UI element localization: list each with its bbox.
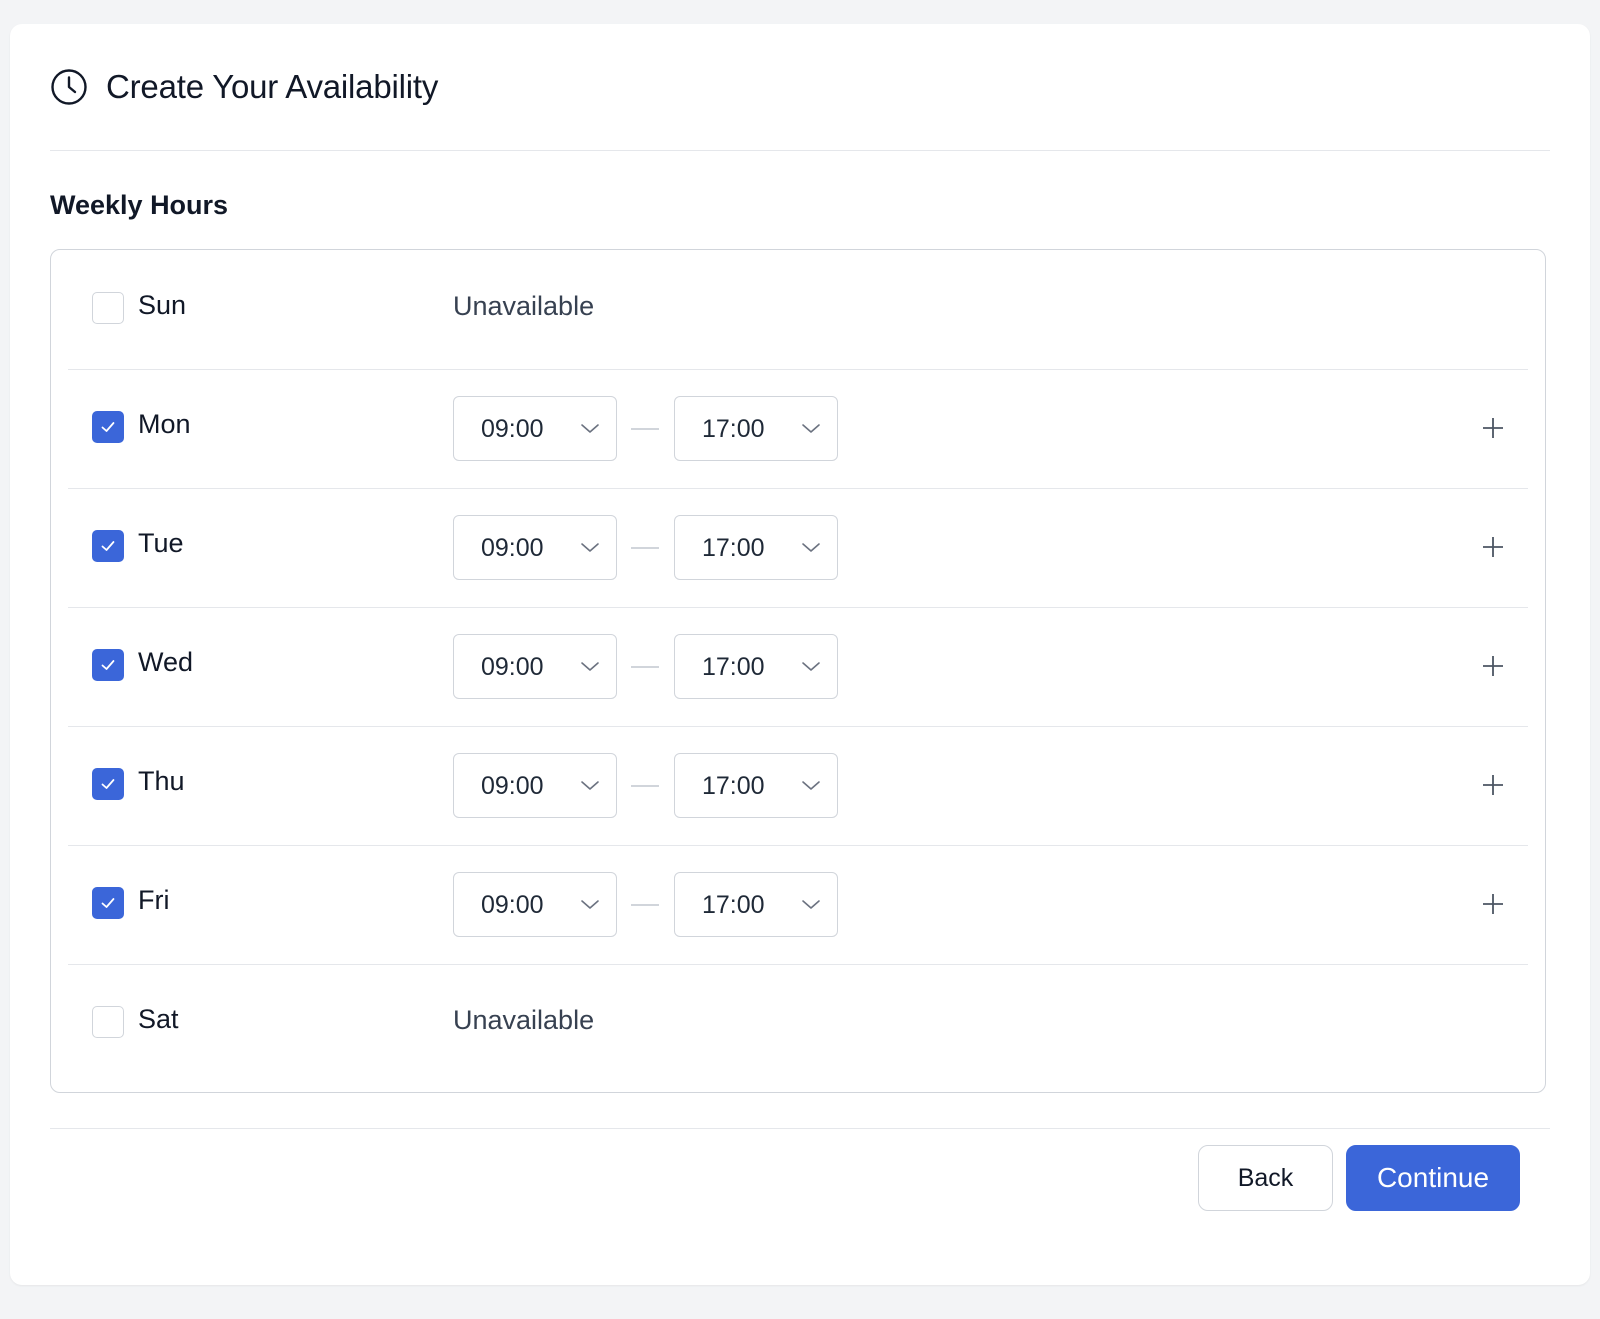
day-row-tue: Tue 09:00 17:00	[68, 488, 1528, 608]
day-row-sat: Sat Unavailable	[68, 964, 1528, 1084]
chevron-down-icon	[581, 662, 599, 671]
day-label: Tue	[138, 528, 184, 558]
check-icon	[101, 660, 115, 670]
time-range-separator	[631, 547, 659, 549]
day-label: Mon	[138, 409, 191, 439]
plus-icon	[1483, 894, 1503, 914]
day-checkbox-mon[interactable]	[92, 411, 124, 443]
plus-icon	[1483, 656, 1503, 676]
end-time-value: 17:00	[702, 534, 765, 562]
day-checkbox-wed[interactable]	[92, 649, 124, 681]
day-label: Sun	[138, 290, 187, 320]
page-title: Create Your Availability	[106, 68, 439, 105]
chevron-down-icon	[802, 424, 820, 433]
plus-icon	[1483, 537, 1503, 557]
start-time-select[interactable]: 09:00	[453, 515, 617, 580]
add-time-range-button[interactable]	[1478, 532, 1508, 562]
availability-card: Create Your Availability Weekly Hours Su…	[10, 24, 1590, 1285]
start-time-value: 09:00	[481, 891, 544, 919]
chevron-down-icon	[581, 543, 599, 552]
day-checkbox-sat[interactable]	[92, 1006, 124, 1038]
add-time-range-button[interactable]	[1478, 889, 1508, 919]
day-label: Fri	[138, 885, 170, 915]
start-time-value: 09:00	[481, 772, 544, 800]
start-time-select[interactable]: 09:00	[453, 753, 617, 818]
end-time-value: 17:00	[702, 653, 765, 681]
check-icon	[101, 541, 115, 551]
weekly-hours-panel: Sun Unavailable Mon 09:00 17:00 Tue 09:0…	[50, 249, 1546, 1093]
add-time-range-button[interactable]	[1478, 770, 1508, 800]
add-time-range-button[interactable]	[1478, 413, 1508, 443]
day-label: Thu	[138, 766, 185, 796]
day-label: Sat	[138, 1004, 179, 1034]
day-checkbox-thu[interactable]	[92, 768, 124, 800]
page-header: Create Your Availability	[50, 24, 1550, 151]
add-time-range-button[interactable]	[1478, 651, 1508, 681]
check-icon	[101, 422, 115, 432]
end-time-value: 17:00	[702, 415, 765, 443]
plus-icon	[1483, 418, 1503, 438]
end-time-select[interactable]: 17:00	[674, 634, 838, 699]
day-row-fri: Fri 09:00 17:00	[68, 845, 1528, 965]
start-time-select[interactable]: 09:00	[453, 634, 617, 699]
end-time-select[interactable]: 17:00	[674, 872, 838, 937]
start-time-value: 09:00	[481, 415, 544, 443]
time-range-separator	[631, 428, 659, 430]
chevron-down-icon	[802, 662, 820, 671]
end-time-value: 17:00	[702, 891, 765, 919]
check-icon	[101, 779, 115, 789]
unavailable-text: Unavailable	[453, 291, 595, 321]
chevron-down-icon	[802, 543, 820, 552]
day-checkbox-tue[interactable]	[92, 530, 124, 562]
chevron-down-icon	[581, 900, 599, 909]
time-range-separator	[631, 904, 659, 906]
footer-divider	[50, 1128, 1550, 1129]
section-title: Weekly Hours	[50, 190, 229, 220]
time-range-separator	[631, 666, 659, 668]
chevron-down-icon	[802, 781, 820, 790]
start-time-value: 09:00	[481, 653, 544, 681]
day-checkbox-sun[interactable]	[92, 292, 124, 324]
back-button[interactable]: Back	[1198, 1145, 1333, 1211]
start-time-select[interactable]: 09:00	[453, 396, 617, 461]
day-label: Wed	[138, 647, 194, 677]
day-row-mon: Mon 09:00 17:00	[68, 369, 1528, 489]
chevron-down-icon	[581, 424, 599, 433]
end-time-select[interactable]: 17:00	[674, 396, 838, 461]
unavailable-text: Unavailable	[453, 1005, 595, 1035]
end-time-select[interactable]: 17:00	[674, 753, 838, 818]
clock-icon	[50, 68, 88, 106]
chevron-down-icon	[581, 781, 599, 790]
start-time-select[interactable]: 09:00	[453, 872, 617, 937]
continue-button[interactable]: Continue	[1346, 1145, 1520, 1211]
plus-icon	[1483, 775, 1503, 795]
day-row-wed: Wed 09:00 17:00	[68, 607, 1528, 727]
day-row-thu: Thu 09:00 17:00	[68, 726, 1528, 846]
start-time-value: 09:00	[481, 534, 544, 562]
chevron-down-icon	[802, 900, 820, 909]
day-row-sun: Sun Unavailable	[68, 250, 1528, 370]
end-time-value: 17:00	[702, 772, 765, 800]
day-checkbox-fri[interactable]	[92, 887, 124, 919]
end-time-select[interactable]: 17:00	[674, 515, 838, 580]
time-range-separator	[631, 785, 659, 787]
check-icon	[101, 898, 115, 908]
